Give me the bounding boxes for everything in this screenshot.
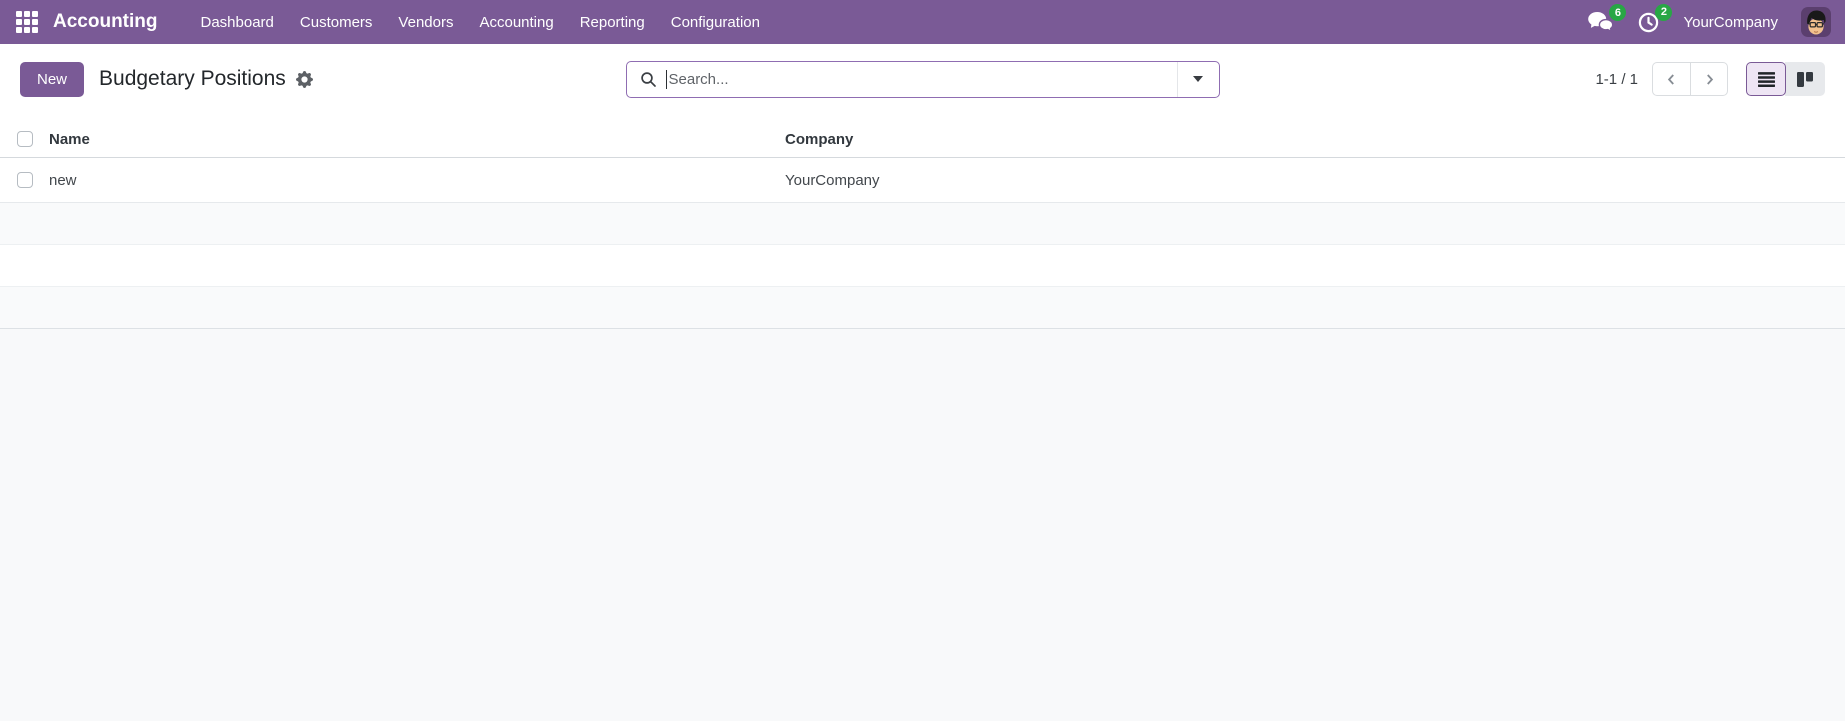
empty-row-stripe xyxy=(0,203,1845,245)
app-brand[interactable]: Accounting xyxy=(53,11,158,33)
row-company: YourCompany xyxy=(785,172,1845,189)
row-checkbox[interactable] xyxy=(17,172,33,188)
pager-next-button[interactable] xyxy=(1690,62,1728,96)
main-nav: Dashboard Customers Vendors Accounting R… xyxy=(188,8,773,37)
apps-menu-icon[interactable] xyxy=(14,9,40,35)
header-checkbox-cell xyxy=(0,131,49,147)
control-panel: New Budgetary Positions xyxy=(0,44,1845,114)
pager-info: 1-1 / 1 xyxy=(1595,71,1638,88)
company-switcher[interactable]: YourCompany xyxy=(1683,14,1778,31)
new-button[interactable]: New xyxy=(20,62,84,97)
settings-gear-icon[interactable] xyxy=(296,71,313,88)
messages-badge: 6 xyxy=(1609,4,1626,21)
search-input[interactable] xyxy=(667,71,1177,88)
table-header-row: Name Company xyxy=(0,121,1845,158)
nav-accounting[interactable]: Accounting xyxy=(466,8,566,37)
list-view-button[interactable] xyxy=(1746,62,1786,96)
view-switcher xyxy=(1746,62,1825,96)
odoo-accounting-screen: Accounting Dashboard Customers Vendors A… xyxy=(0,0,1845,721)
select-all-checkbox[interactable] xyxy=(17,131,33,147)
nav-vendors[interactable]: Vendors xyxy=(385,8,466,37)
avatar-image xyxy=(1801,7,1831,37)
top-navbar: Accounting Dashboard Customers Vendors A… xyxy=(0,0,1845,44)
messages-button[interactable]: 6 xyxy=(1587,11,1614,33)
control-panel-center xyxy=(626,61,1220,98)
chevron-right-icon xyxy=(1703,73,1716,86)
chevron-left-icon xyxy=(1665,73,1678,86)
kanban-view-button[interactable] xyxy=(1785,62,1825,96)
pager-previous-button[interactable] xyxy=(1652,62,1690,96)
control-panel-left: New Budgetary Positions xyxy=(20,62,626,97)
nav-reporting[interactable]: Reporting xyxy=(567,8,658,37)
list-view-icon xyxy=(1758,72,1775,87)
pager-buttons xyxy=(1652,62,1728,96)
empty-row-stripe xyxy=(0,245,1845,287)
row-checkbox-cell xyxy=(0,172,49,188)
content-area: New Budgetary Positions xyxy=(0,44,1845,329)
search-dropdown-toggle[interactable] xyxy=(1177,62,1219,97)
user-avatar[interactable] xyxy=(1801,7,1831,37)
search-icon xyxy=(640,71,657,88)
kanban-view-icon xyxy=(1797,72,1813,87)
budgetary-positions-list: Name Company new YourCompany xyxy=(0,121,1845,329)
activities-button[interactable]: 2 xyxy=(1637,11,1660,34)
page-title: Budgetary Positions xyxy=(99,67,286,91)
nav-dashboard[interactable]: Dashboard xyxy=(188,8,287,37)
nav-customers[interactable]: Customers xyxy=(287,8,386,37)
table-row[interactable]: new YourCompany xyxy=(0,158,1845,203)
column-header-company[interactable]: Company xyxy=(785,131,1845,148)
search-bar[interactable] xyxy=(626,61,1220,98)
caret-down-icon xyxy=(1193,76,1203,82)
column-header-name[interactable]: Name xyxy=(49,131,785,148)
topbar-right: 6 2 YourCompany xyxy=(1587,7,1831,37)
activities-badge: 2 xyxy=(1655,4,1672,21)
empty-row-stripe xyxy=(0,287,1845,329)
nav-configuration[interactable]: Configuration xyxy=(658,8,773,37)
row-name: new xyxy=(49,172,785,189)
control-panel-right: 1-1 / 1 xyxy=(1220,62,1826,96)
